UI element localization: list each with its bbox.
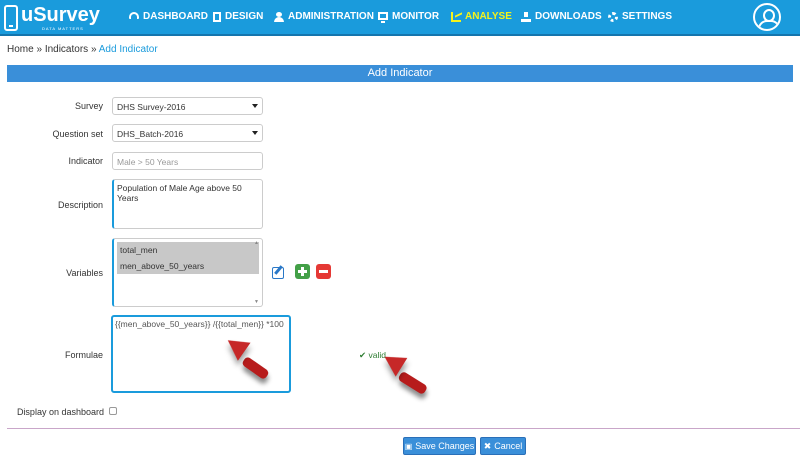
nav-analyse[interactable]: ANALYSE <box>451 11 512 22</box>
nav-dashboard[interactable]: DASHBOARD <box>129 11 208 22</box>
form-divider <box>7 428 800 429</box>
variables-label: Variables <box>66 268 103 278</box>
app-logo[interactable]: uSurvey DATA MATTERS <box>4 2 100 34</box>
breadcrumb-separator: » <box>88 44 99 55</box>
panel-title: Add Indicator <box>7 65 793 82</box>
nav-analyse-label: ANALYSE <box>465 11 512 22</box>
breadcrumb-indicators[interactable]: Indicators <box>45 44 88 55</box>
variable-option[interactable]: total_men <box>117 242 259 258</box>
app-tagline: DATA MATTERS <box>42 26 84 31</box>
remove-variable-button[interactable] <box>316 264 331 279</box>
top-navbar: uSurvey DATA MATTERS DASHBOARD DESIGN AD… <box>0 0 800 36</box>
nav-settings[interactable]: SETTINGS <box>608 11 672 22</box>
listbox-scrollbar[interactable] <box>253 240 261 305</box>
save-button-label: Save Changes <box>415 441 475 451</box>
nav-administration-label: ADMINISTRATION <box>288 11 374 22</box>
indicator-label: Indicator <box>68 156 103 166</box>
breadcrumb: Home » Indicators » Add Indicator <box>7 44 158 55</box>
nav-downloads[interactable]: DOWNLOADS <box>521 11 602 22</box>
variables-listbox[interactable]: total_men men_above_50_years <box>112 238 263 307</box>
variable-option[interactable]: men_above_50_years <box>117 258 259 274</box>
caret-down-icon <box>252 104 258 108</box>
annotation-arrow-shaft <box>397 370 429 396</box>
display-on-dashboard-checkbox[interactable] <box>109 407 117 415</box>
user-icon <box>274 11 284 22</box>
survey-select[interactable]: DHS Survey-2016 <box>112 97 263 115</box>
document-icon <box>213 11 221 22</box>
breadcrumb-separator: » <box>33 44 45 55</box>
description-textarea[interactable]: Population of Male Age above 50 Years <box>112 179 263 229</box>
survey-select-value: DHS Survey-2016 <box>117 102 186 112</box>
description-label: Description <box>57 200 103 210</box>
nav-monitor-label: MONITOR <box>392 11 440 22</box>
nav-monitor[interactable]: MONITOR <box>378 11 440 23</box>
floppy-icon: ▣ <box>404 441 413 451</box>
dashboard-icon <box>129 12 139 19</box>
nav-design[interactable]: DESIGN <box>213 11 263 22</box>
question-set-select-value: DHS_Batch-2016 <box>117 129 184 139</box>
close-icon: ✖ <box>483 440 492 451</box>
question-set-select[interactable]: DHS_Batch-2016 <box>112 124 263 142</box>
question-set-label: Question set <box>52 129 103 139</box>
user-avatar[interactable] <box>753 3 781 31</box>
nav-dashboard-label: DASHBOARD <box>143 11 208 22</box>
nav-downloads-label: DOWNLOADS <box>535 11 602 22</box>
chart-icon <box>451 11 461 22</box>
cancel-button-label: Cancel <box>494 441 523 451</box>
edit-variable-button[interactable] <box>271 264 286 279</box>
save-button[interactable]: ▣ Save Changes <box>403 437 476 455</box>
indicator-input[interactable]: Male > 50 Years <box>112 152 263 170</box>
survey-label: Survey <box>74 101 103 111</box>
caret-down-icon <box>252 131 258 135</box>
breadcrumb-current: Add Indicator <box>98 44 158 55</box>
add-variable-button[interactable] <box>295 264 310 279</box>
nav-design-label: DESIGN <box>225 11 264 22</box>
cancel-button[interactable]: ✖ Cancel <box>480 437 526 455</box>
download-icon <box>521 11 531 22</box>
monitor-icon <box>378 11 388 23</box>
gear-icon <box>608 11 618 22</box>
display-on-dashboard-label: Display on dashboard <box>16 407 104 417</box>
nav-administration[interactable]: ADMINISTRATION <box>274 11 374 22</box>
nav-settings-label: SETTINGS <box>622 11 673 22</box>
breadcrumb-home[interactable]: Home <box>7 44 34 55</box>
formulae-textarea[interactable]: {{men_above_50_years}} /{{total_men}} *1… <box>111 315 291 393</box>
phone-logo-icon <box>4 5 18 31</box>
checkmark-icon: ✔ <box>359 350 367 360</box>
app-name: uSurvey <box>21 4 100 26</box>
formulae-label: Formulae <box>64 350 103 360</box>
